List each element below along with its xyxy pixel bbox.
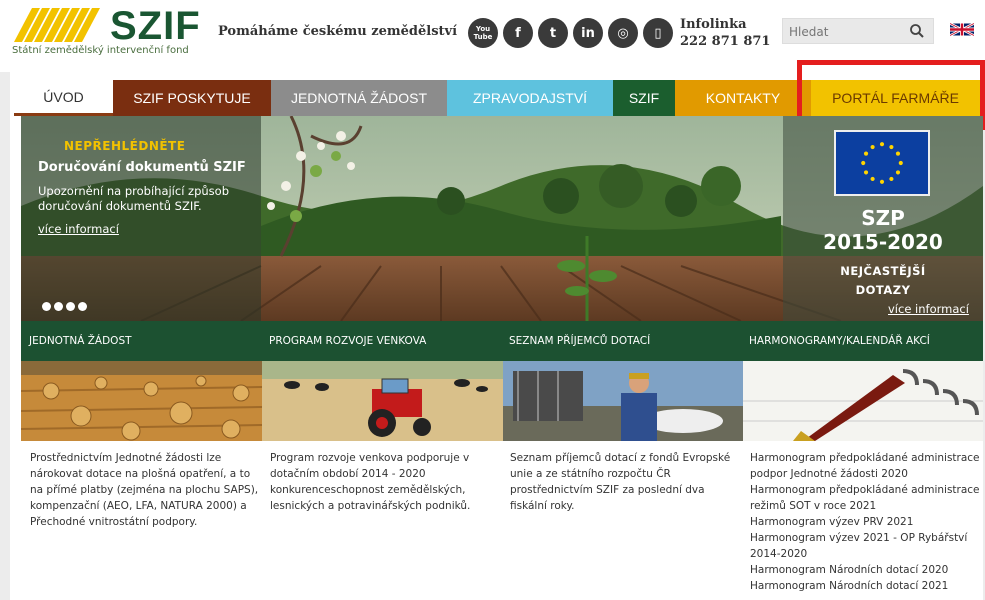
slider-dot[interactable] [66, 302, 75, 311]
nav-zpravodajstvi[interactable]: ZPRAVODAJSTVÍ [447, 80, 613, 116]
section-headings-bar: JEDNOTNÁ ŽÁDOST PROGRAM ROZVOJE VENKOVA … [21, 321, 983, 361]
szp-faq: NEJČASTĚJŠÍ DOTAZY [783, 262, 983, 300]
notice-text: Upozornění na probíhající způsob doručov… [38, 184, 230, 213]
twitter-icon[interactable]: t [538, 18, 568, 48]
section-title-jednotna-zadost[interactable]: JEDNOTNÁ ŽÁDOST [21, 321, 261, 361]
thumb-calendar[interactable] [743, 361, 983, 441]
search-box [782, 18, 934, 44]
harmonogram-link[interactable]: Harmonogram předpokládané administrace p… [750, 450, 982, 482]
eu-flag-icon [834, 130, 930, 196]
szp-more-link[interactable]: více informací [888, 302, 969, 316]
infolinka-label: Infolinka [680, 17, 747, 32]
nav-jednotna-zadost[interactable]: JEDNOTNÁ ŽÁDOST [271, 80, 447, 116]
slider-dots [42, 302, 87, 311]
szp-faq-line2: DOTAZY [855, 283, 911, 297]
slider-dot[interactable] [42, 302, 51, 311]
hay-bales-image [21, 361, 262, 441]
slider-dot[interactable] [78, 302, 87, 311]
farmer-image [503, 361, 743, 441]
notice-heading: Doručování dokumentů SZIF [38, 160, 246, 175]
harmonogram-link[interactable]: Harmonogram výzev 2021 - OP Rybářství 20… [750, 530, 982, 562]
section-text-prv: Program rozvoje venkova podporuje v dota… [270, 452, 471, 512]
thumb-farmer[interactable] [503, 361, 743, 441]
szp-faq-line1: NEJČASTĚJŠÍ [840, 264, 926, 278]
search-icon[interactable] [909, 23, 925, 39]
tractor-image [262, 361, 503, 441]
infolinka-number[interactable]: 222 871 871 [680, 33, 770, 50]
section-text-seznam-prijemcu: Seznam příjemců dotací z fondů Evropské … [510, 452, 731, 512]
social-icons: You Tube f t in ◎ ▯ [468, 18, 673, 48]
notice-more-link[interactable]: více informací [38, 222, 119, 236]
tagline: Pomáháme českému zemědělství [218, 24, 458, 39]
logo-sun-icon [14, 8, 100, 42]
section-title-seznam-prijemcu[interactable]: SEZNAM PŘÍJEMCŮ DOTACÍ [501, 321, 741, 361]
harmonogram-link[interactable]: Harmonogram Národních dotací 2021 [750, 578, 982, 594]
facebook-icon[interactable]: f [503, 18, 533, 48]
harmonogram-link[interactable]: Harmonogram výzev PRV 2021 [750, 514, 982, 530]
nav-uvod[interactable]: ÚVOD [14, 80, 113, 116]
logo-text: SZIF [110, 4, 201, 48]
section-text-jednotna-zadost: Prostřednictvím Jednotné žádosti lze nár… [30, 452, 259, 528]
szp-title-line2: 2015-2020 [823, 230, 943, 254]
infolinka: Infolinka 222 871 871 [680, 16, 770, 50]
mobile-icon[interactable]: ▯ [643, 18, 673, 48]
notice-title: NEPŘEHLÉDNĚTE [64, 139, 186, 153]
page: SZIF Státní zemědělský intervenční fond … [0, 0, 985, 600]
szif-logo[interactable]: SZIF Státní zemědělský intervenční fond [10, 4, 201, 58]
nav-szif-poskytuje[interactable]: SZIF POSKYTUJE [113, 80, 271, 116]
thumb-tractor[interactable] [262, 361, 503, 441]
nav-kontakty[interactable]: KONTAKTY [675, 80, 811, 116]
instagram-icon[interactable]: ◎ [608, 18, 638, 48]
calendar-pen-image [743, 361, 983, 441]
harmonogram-link[interactable]: Harmonogram Národních dotací 2020 [750, 562, 982, 578]
slider-dot[interactable] [54, 302, 63, 311]
search-input[interactable] [789, 23, 899, 41]
thumb-hay-bales[interactable] [21, 361, 262, 441]
harmonogram-link[interactable]: Harmonogram předpokládané administrace r… [750, 482, 982, 514]
logo-subtitle: Státní zemědělský intervenční fond [12, 45, 189, 56]
section-title-harmonogramy[interactable]: HARMONOGRAMY/KALENDÁŘ AKCÍ [741, 321, 981, 361]
section-title-prv[interactable]: PROGRAM ROZVOJE VENKOVA [261, 321, 501, 361]
harmonogram-list: Harmonogram předpokládané administrace p… [750, 450, 982, 594]
uk-flag-icon[interactable] [950, 21, 974, 38]
szp-title: SZP 2015-2020 [783, 206, 983, 254]
linkedin-icon[interactable]: in [573, 18, 603, 48]
nav-szif[interactable]: SZIF [613, 80, 675, 116]
youtube-icon[interactable]: You Tube [468, 18, 498, 48]
szp-title-line1: SZP [861, 206, 905, 230]
